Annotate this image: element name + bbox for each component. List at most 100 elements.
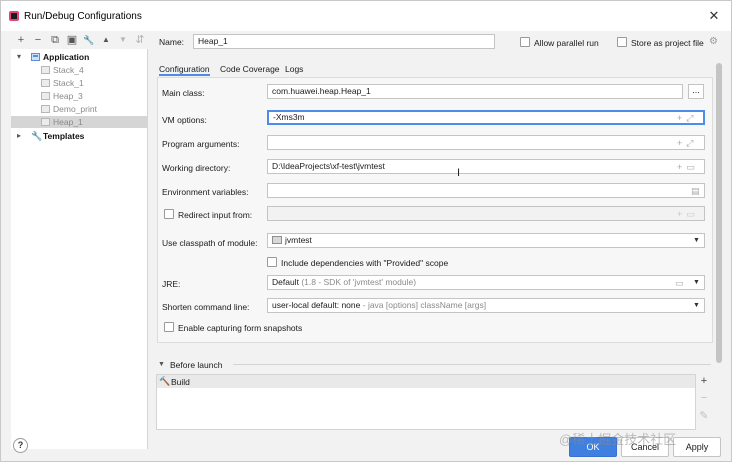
classpath-label: Use classpath of module: [162, 238, 258, 248]
tree-label: Heap_3 [53, 91, 83, 101]
move-up-icon[interactable]: ▲ [100, 33, 112, 47]
chevron-down-icon[interactable]: ▼ [158, 361, 165, 368]
chevron-down-icon[interactable]: ▾ [15, 51, 23, 63]
remove-task-icon[interactable]: − [698, 392, 710, 404]
working-dir-input[interactable]: D:\IdeaProjects\xf-test\jvmtest [267, 159, 705, 174]
module-icon [272, 236, 282, 244]
jre-detail: (1.8 - SDK of 'jvmtest' module) [301, 277, 417, 287]
chevron-down-icon[interactable]: ▼ [693, 279, 700, 286]
divider [233, 364, 711, 365]
chevron-right-icon[interactable]: ▸ [15, 130, 23, 142]
application-config-icon [41, 118, 50, 126]
env-vars-input[interactable] [267, 183, 705, 198]
tree-label: Application [43, 52, 90, 62]
hammer-icon: 🔨 [159, 376, 171, 386]
text-cursor-icon: I [457, 167, 461, 179]
edit-task-icon[interactable]: ✎ [698, 409, 710, 422]
vm-options-label: VM options: [162, 115, 207, 125]
redirect-checkbox[interactable] [164, 209, 174, 219]
sort-icon[interactable]: ⇵ [134, 33, 146, 47]
chevron-down-icon[interactable]: ▼ [693, 302, 700, 309]
shorten-value: user-local default: none [272, 300, 361, 310]
wrench-icon[interactable]: 🔧 [83, 33, 95, 47]
list-item-label: Build [171, 377, 190, 387]
config-toolbar: + − ⧉ ▣ 🔧 ▲ ▼ ⇵ [11, 33, 157, 48]
tree-label: Heap_1 [53, 117, 83, 127]
close-icon[interactable]: ✕ [707, 9, 721, 23]
scrollbar[interactable] [716, 63, 722, 363]
name-input[interactable]: Heap_1 [193, 34, 495, 49]
folder-icons[interactable]: +▭ [677, 162, 699, 173]
name-label: Name: [159, 37, 185, 47]
jre-select[interactable]: Default (1.8 - SDK of 'jvmtest' module) [267, 275, 705, 290]
window-title: Run/Debug Configurations [24, 11, 142, 22]
title-bar: Run/Debug Configurations ✕ [1, 1, 731, 31]
edit-list-icon[interactable]: ▤ [691, 186, 704, 197]
shorten-label: Shorten command line: [162, 302, 250, 312]
program-args-input[interactable] [267, 135, 705, 150]
vm-options-input[interactable]: -Xms3m [267, 110, 705, 125]
application-config-icon [41, 66, 50, 74]
tab-code-coverage[interactable]: Code Coverage [220, 62, 280, 76]
include-deps-checkbox[interactable] [267, 257, 277, 267]
tree-item-heap-1[interactable]: Heap_1 [11, 116, 148, 128]
capture-checkbox[interactable] [164, 322, 174, 332]
tree-item-heap-3[interactable]: Heap_3 [11, 90, 148, 102]
tree-item-stack-4[interactable]: Stack_4 [11, 64, 148, 76]
allow-parallel-label: Allow parallel run [534, 38, 599, 48]
save-icon[interactable]: ▣ [66, 33, 78, 47]
intellij-app-icon [9, 11, 19, 21]
env-vars-label: Environment variables: [162, 187, 249, 197]
shorten-detail: - java [options] className [args] [362, 300, 487, 310]
move-down-icon[interactable]: ▼ [117, 33, 129, 47]
folder-icon[interactable]: ▭ [675, 278, 688, 289]
redirect-input[interactable] [267, 206, 705, 221]
tab-configuration[interactable]: Configuration [159, 62, 210, 76]
tree-label: Demo_print [53, 104, 97, 114]
tree-item-demo-print[interactable]: Demo_print [11, 103, 148, 115]
folder-icons[interactable]: +▭ [677, 209, 699, 220]
store-project-checkbox[interactable] [617, 37, 627, 47]
copy-icon[interactable]: ⧉ [49, 33, 61, 47]
tree-item-stack-1[interactable]: Stack_1 [11, 77, 148, 89]
tree-node-templates[interactable]: ▸ 🔧 Templates [11, 130, 148, 142]
allow-parallel-checkbox[interactable] [520, 37, 530, 47]
expand-icons[interactable]: +⤢ [677, 138, 697, 149]
browse-main-class-button[interactable]: ... [688, 84, 704, 99]
application-config-icon [41, 105, 50, 113]
jre-label: JRE: [162, 279, 181, 289]
watermark: @稀土掘金技术社区 [559, 432, 677, 447]
store-project-label: Store as project file [631, 38, 704, 48]
shorten-select[interactable]: user-local default: none - java [options… [267, 298, 705, 313]
gear-icon[interactable]: ⚙ [709, 36, 718, 47]
before-launch-list: 🔨 Build [156, 374, 696, 430]
include-deps-label: Include dependencies with "Provided" sco… [281, 258, 449, 268]
expand-icons[interactable]: +⤢ [677, 113, 697, 124]
capture-label: Enable capturing form snapshots [178, 323, 303, 333]
program-args-label: Program arguments: [162, 139, 240, 149]
tree-label: Templates [43, 131, 85, 141]
application-icon [31, 53, 40, 61]
add-icon[interactable]: + [15, 33, 27, 47]
application-config-icon [41, 79, 50, 87]
apply-button[interactable]: Apply [673, 437, 721, 457]
jre-value: Default [272, 277, 299, 287]
application-config-icon [41, 92, 50, 100]
add-task-icon[interactable]: + [698, 375, 710, 387]
list-item[interactable]: 🔨 Build [157, 375, 695, 388]
help-button[interactable]: ? [13, 438, 28, 453]
tree-label: Stack_1 [53, 78, 84, 88]
tree-node-application[interactable]: ▾ Application [11, 51, 148, 63]
classpath-value: jvmtest [285, 235, 312, 245]
tree-label: Stack_4 [53, 65, 84, 75]
chevron-down-icon[interactable]: ▼ [693, 237, 700, 244]
wrench-icon: 🔧 [31, 131, 43, 141]
before-launch-label: Before launch [170, 360, 223, 370]
main-class-input[interactable]: com.huawei.heap.Heap_1 [267, 84, 683, 99]
tab-logs[interactable]: Logs [285, 62, 303, 76]
classpath-select[interactable]: jvmtest [267, 233, 705, 248]
config-tree: ▾ Application Stack_4 Stack_1 Heap_3 Dem… [11, 49, 148, 449]
main-class-label: Main class: [162, 88, 205, 98]
run-debug-dialog: Run/Debug Configurations ✕ + − ⧉ ▣ 🔧 ▲ ▼… [0, 0, 732, 462]
remove-icon[interactable]: − [32, 33, 44, 47]
